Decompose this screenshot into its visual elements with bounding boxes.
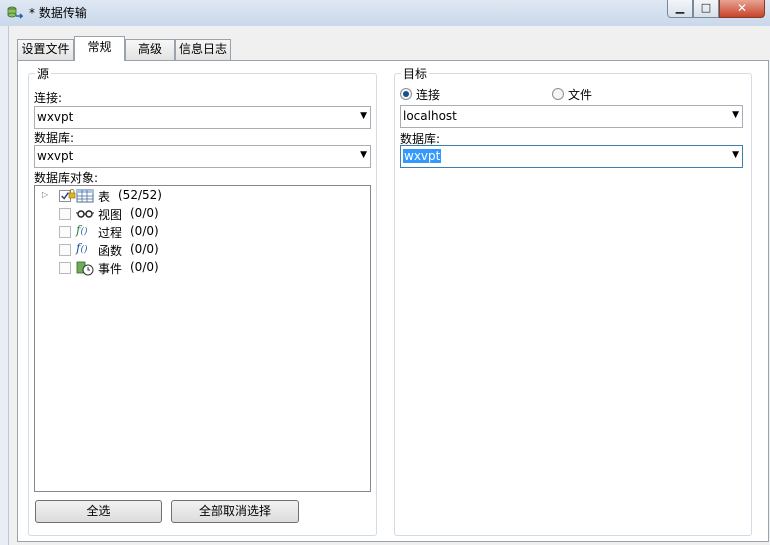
minimize-button[interactable]: ▁: [667, 0, 693, 18]
target-group: 目标 连接 文件 localhost ▼ 数据库: wxvpt ▼: [394, 65, 752, 536]
target-option-connection[interactable]: 连接: [400, 86, 480, 102]
title-bar: * 数据传输 ▁ □ ✕: [0, 0, 770, 26]
maximize-icon: □: [700, 1, 712, 14]
tree-item-count: (0/0): [130, 224, 159, 238]
tree-item-procedures[interactable]: f() 过程 (0/0): [35, 223, 370, 241]
tab-message-log[interactable]: 信息日志: [175, 39, 231, 60]
tree-item-functions[interactable]: f() 函数 (0/0): [35, 241, 370, 259]
events-checkbox[interactable]: [59, 262, 71, 274]
source-legend: 源: [35, 65, 52, 82]
file-radio[interactable]: [552, 88, 564, 100]
event-clock-icon: [76, 261, 94, 276]
source-database-value: wxvpt: [37, 149, 74, 163]
tree-item-label: 表: [98, 190, 111, 204]
tree-item-label: 视图: [98, 208, 123, 222]
target-connection-select[interactable]: localhost ▼: [400, 105, 743, 128]
table-icon: [76, 189, 94, 203]
chevron-down-icon: ▼: [732, 110, 739, 120]
maximize-button[interactable]: □: [693, 0, 719, 18]
chevron-down-icon: ▼: [732, 150, 739, 160]
connection-radio-label: 连接: [416, 88, 441, 102]
procedure-icon: f(): [76, 223, 88, 237]
target-database-value: wxvpt: [403, 149, 442, 163]
tab-advanced[interactable]: 高级: [125, 39, 175, 60]
tree-item-label: 过程: [98, 226, 123, 240]
select-all-button[interactable]: 全选: [35, 500, 162, 523]
data-transfer-icon: [7, 6, 23, 19]
chevron-down-icon: ▼: [360, 111, 367, 121]
client-area: 设置文件 常规 高级 信息日志 源 连接: wxvpt ▼ 数据库: wxvpt…: [8, 26, 770, 545]
database-objects-tree[interactable]: ▷ 表 (52/52) 视图 (0/0) f() 过程 (0/0) f() 函数…: [34, 185, 371, 492]
glasses-icon: [76, 210, 94, 218]
connection-radio[interactable]: [400, 88, 412, 100]
tree-item-count: (0/0): [130, 260, 159, 274]
source-connection-select[interactable]: wxvpt ▼: [34, 106, 371, 129]
tab-settings-file[interactable]: 设置文件: [17, 39, 74, 60]
tree-item-views[interactable]: 视图 (0/0): [35, 205, 370, 223]
tab-general[interactable]: 常规: [74, 36, 125, 61]
chevron-down-icon: ▼: [360, 150, 367, 160]
source-group: 源 连接: wxvpt ▼ 数据库: wxvpt ▼ 数据库对象: ▷ 表 (5…: [28, 65, 377, 536]
views-checkbox[interactable]: [59, 208, 71, 220]
source-database-select[interactable]: wxvpt ▼: [34, 145, 371, 168]
target-database-select[interactable]: wxvpt ▼: [400, 145, 743, 168]
tree-item-count: (0/0): [130, 242, 159, 256]
target-option-file[interactable]: 文件: [552, 86, 632, 102]
window-title: * 数据传输: [29, 6, 87, 20]
functions-checkbox[interactable]: [59, 244, 71, 256]
source-connection-value: wxvpt: [37, 110, 74, 124]
tree-item-count: (0/0): [130, 206, 159, 220]
tree-item-label: 事件: [98, 262, 123, 276]
deselect-all-button[interactable]: 全部取消选择: [171, 500, 299, 523]
source-database-label: 数据库:: [34, 131, 75, 145]
file-radio-label: 文件: [568, 88, 593, 102]
close-icon: ✕: [736, 1, 748, 15]
tree-item-tables[interactable]: ▷ 表 (52/52): [35, 187, 370, 205]
tree-item-label: 函数: [98, 244, 123, 258]
procedures-checkbox[interactable]: [59, 226, 71, 238]
target-legend: 目标: [401, 65, 430, 82]
database-objects-label: 数据库对象:: [34, 171, 99, 185]
minimize-icon: ▁: [675, 1, 685, 14]
close-button[interactable]: ✕: [719, 0, 765, 18]
tree-item-count: (52/52): [118, 188, 162, 202]
source-connection-label: 连接:: [34, 91, 63, 105]
expand-arrow-icon[interactable]: ▷: [42, 190, 48, 199]
tab-panel-general: 源 连接: wxvpt ▼ 数据库: wxvpt ▼ 数据库对象: ▷ 表 (5…: [17, 60, 769, 542]
function-icon: f(): [76, 241, 88, 255]
target-connection-value: localhost: [403, 109, 457, 123]
tree-item-events[interactable]: 事件 (0/0): [35, 259, 370, 277]
